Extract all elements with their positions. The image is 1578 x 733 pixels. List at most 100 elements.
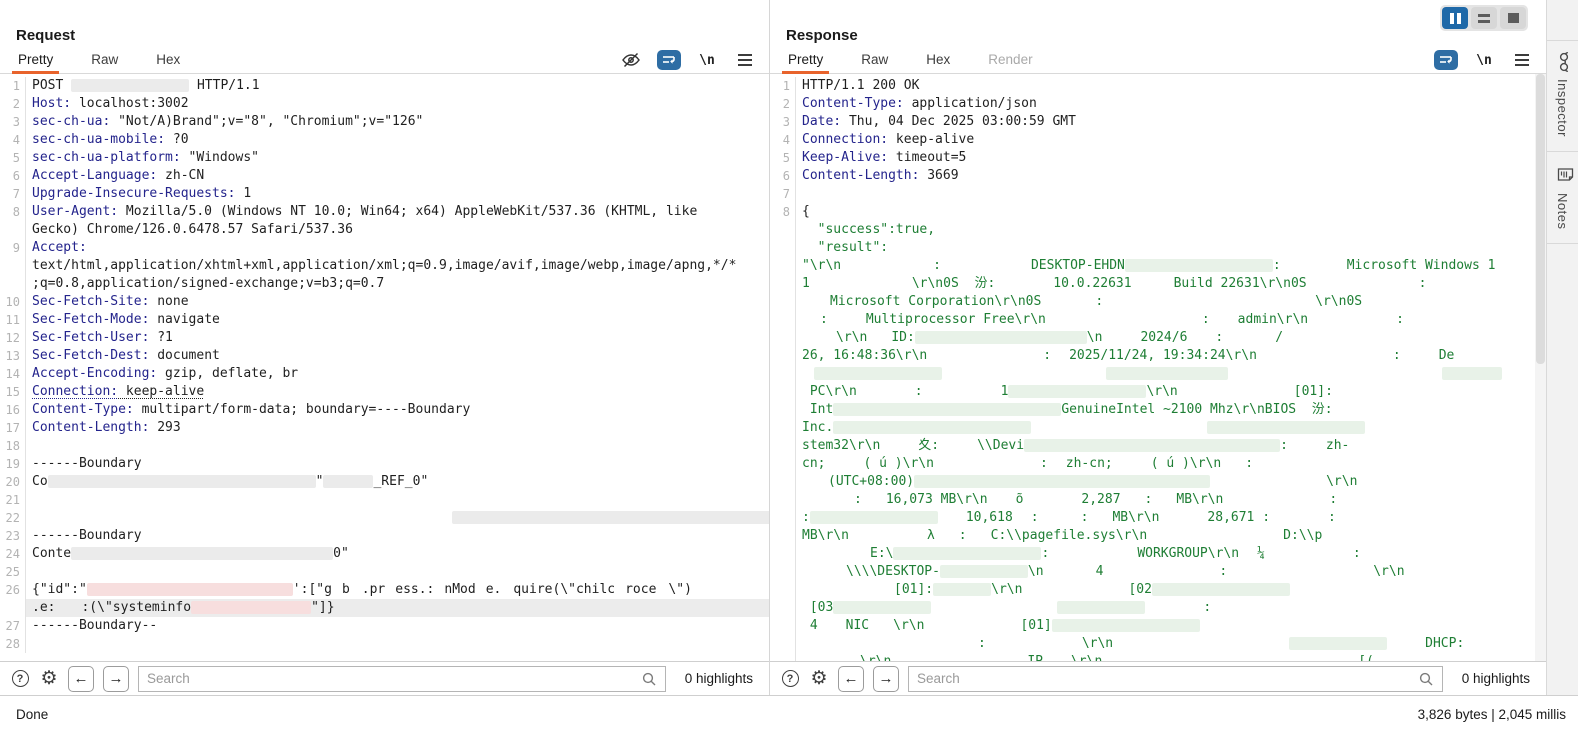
request-tab-pretty[interactable]: Pretty bbox=[16, 48, 55, 73]
spacer bbox=[1210, 475, 1326, 488]
single-layout-icon[interactable] bbox=[1500, 7, 1526, 29]
redacted-block bbox=[814, 367, 942, 380]
request-tab-hex[interactable]: Hex bbox=[154, 48, 182, 73]
line-number bbox=[770, 401, 796, 419]
spacer bbox=[986, 637, 1082, 650]
spacer bbox=[867, 331, 891, 344]
spacer bbox=[802, 493, 854, 506]
spacer bbox=[1013, 511, 1031, 524]
spacer bbox=[1221, 457, 1245, 470]
spacer bbox=[1265, 547, 1353, 560]
spacer bbox=[1270, 511, 1328, 524]
request-tabbar: Pretty Raw Hex \n bbox=[0, 46, 769, 74]
redacted-block bbox=[191, 601, 311, 614]
code-row: text/html,application/xhtml+xml,applicat… bbox=[0, 257, 769, 275]
spacer bbox=[988, 493, 1016, 506]
spacer bbox=[1281, 259, 1347, 272]
spacer bbox=[55, 601, 81, 614]
newline-toggle-icon[interactable]: \n bbox=[1472, 50, 1496, 70]
spacer bbox=[841, 259, 933, 272]
code-row: 26, 16:48:36\r\n:2025/11/24, 19:34:24\r\… bbox=[770, 347, 1546, 365]
line-number: 6 bbox=[0, 167, 26, 185]
line-number bbox=[770, 311, 796, 329]
request-tab-raw[interactable]: Raw bbox=[89, 48, 120, 73]
code-row: 5sec-ch-ua-platform: "Windows" bbox=[0, 149, 769, 167]
response-tab-pretty[interactable]: Pretty bbox=[786, 48, 825, 73]
redacted-block bbox=[87, 583, 293, 596]
line-number: 4 bbox=[770, 131, 796, 149]
glasses-icon bbox=[1554, 52, 1572, 72]
spacer bbox=[938, 511, 966, 524]
code-row: 6Accept-Language: zh-CN bbox=[0, 167, 769, 185]
spacer bbox=[924, 619, 1020, 632]
rows-layout-icon[interactable] bbox=[1471, 7, 1497, 29]
gear-icon[interactable]: ⚙ bbox=[39, 669, 59, 689]
spacer bbox=[1022, 583, 1128, 596]
word-wrap-icon[interactable] bbox=[1434, 50, 1458, 70]
redacted-block bbox=[833, 403, 1061, 416]
spacer bbox=[332, 583, 342, 596]
line-number bbox=[770, 509, 796, 527]
line-number bbox=[0, 275, 26, 293]
gear-icon[interactable]: ⚙ bbox=[809, 669, 829, 689]
line-number: 5 bbox=[770, 149, 796, 167]
line-number bbox=[0, 257, 26, 275]
response-scrollbar[interactable] bbox=[1535, 74, 1546, 661]
spacer bbox=[1307, 277, 1419, 290]
response-tab-raw[interactable]: Raw bbox=[859, 48, 890, 73]
code-row: 23------Boundary bbox=[0, 527, 769, 545]
columns-layout-icon[interactable] bbox=[1442, 7, 1468, 29]
response-header: Response bbox=[770, 0, 1546, 46]
code-row: ;q=0.8,application/signed-exchange;v=b3;… bbox=[0, 275, 769, 293]
next-match-button[interactable]: → bbox=[873, 666, 899, 692]
code-row: :16,073 MB\r\nõ2,287:MB\r\n: bbox=[770, 491, 1546, 509]
next-match-button[interactable]: → bbox=[103, 666, 129, 692]
spacer bbox=[1102, 331, 1140, 344]
code-row: 11Sec-Fetch-Mode: navigate bbox=[0, 311, 769, 329]
spacer bbox=[1132, 277, 1174, 290]
spacer bbox=[1288, 439, 1326, 452]
line-number: 1 bbox=[0, 77, 26, 95]
spacer bbox=[857, 385, 915, 398]
response-toolbar: \n bbox=[1434, 50, 1534, 70]
code-row: [01]:\r\n[02 bbox=[770, 581, 1546, 599]
prev-match-button[interactable]: ← bbox=[838, 666, 864, 692]
line-number: 24 bbox=[0, 545, 26, 563]
line-number: 2 bbox=[770, 95, 796, 113]
spacer bbox=[1387, 637, 1425, 650]
spacer bbox=[939, 439, 977, 452]
hide-eye-icon[interactable] bbox=[619, 50, 643, 70]
scrollbar-thumb[interactable] bbox=[1536, 74, 1545, 364]
sidebar-tab-notes[interactable]: Notes bbox=[1547, 152, 1578, 244]
request-editor[interactable]: 1POST HTTP/1.12Host: localhost:30023sec-… bbox=[0, 74, 769, 661]
request-response-panels: Request Pretty Raw Hex \n bbox=[0, 0, 1546, 695]
sidebar-tab-inspector[interactable]: Inspector bbox=[1547, 40, 1578, 152]
response-tab-hex[interactable]: Hex bbox=[924, 48, 952, 73]
newline-toggle-icon[interactable]: \n bbox=[695, 50, 719, 70]
line-number: 9 bbox=[0, 239, 26, 257]
prev-match-button[interactable]: ← bbox=[68, 666, 94, 692]
response-editor[interactable]: 1HTTP/1.1 200 OK2Content-Type: applicati… bbox=[770, 74, 1546, 661]
help-icon[interactable]: ? bbox=[10, 669, 30, 689]
line-number: 6 bbox=[770, 167, 796, 185]
code-row: 18 bbox=[0, 437, 769, 455]
response-search-field bbox=[908, 666, 1443, 692]
line-number bbox=[770, 545, 796, 563]
menu-icon[interactable] bbox=[1510, 50, 1534, 70]
response-search-input[interactable] bbox=[917, 671, 1416, 686]
line-number: 8 bbox=[770, 203, 796, 221]
line-number: 17 bbox=[0, 419, 26, 437]
code-row: 7Upgrade-Insecure-Requests: 1 bbox=[0, 185, 769, 203]
redacted-block bbox=[833, 421, 1031, 434]
help-icon[interactable]: ? bbox=[780, 669, 800, 689]
response-tab-render[interactable]: Render bbox=[986, 48, 1034, 73]
line-number: 3 bbox=[770, 113, 796, 131]
line-number bbox=[770, 419, 796, 437]
redacted-block bbox=[914, 475, 1210, 488]
word-wrap-icon[interactable] bbox=[657, 50, 681, 70]
line-number bbox=[770, 563, 796, 581]
request-search-input[interactable] bbox=[147, 671, 639, 686]
menu-icon[interactable] bbox=[733, 50, 757, 70]
code-row: Gecko) Chrome/126.0.6478.57 Safari/537.3… bbox=[0, 221, 769, 239]
code-row: 6Content-Length: 3669 bbox=[770, 167, 1546, 185]
